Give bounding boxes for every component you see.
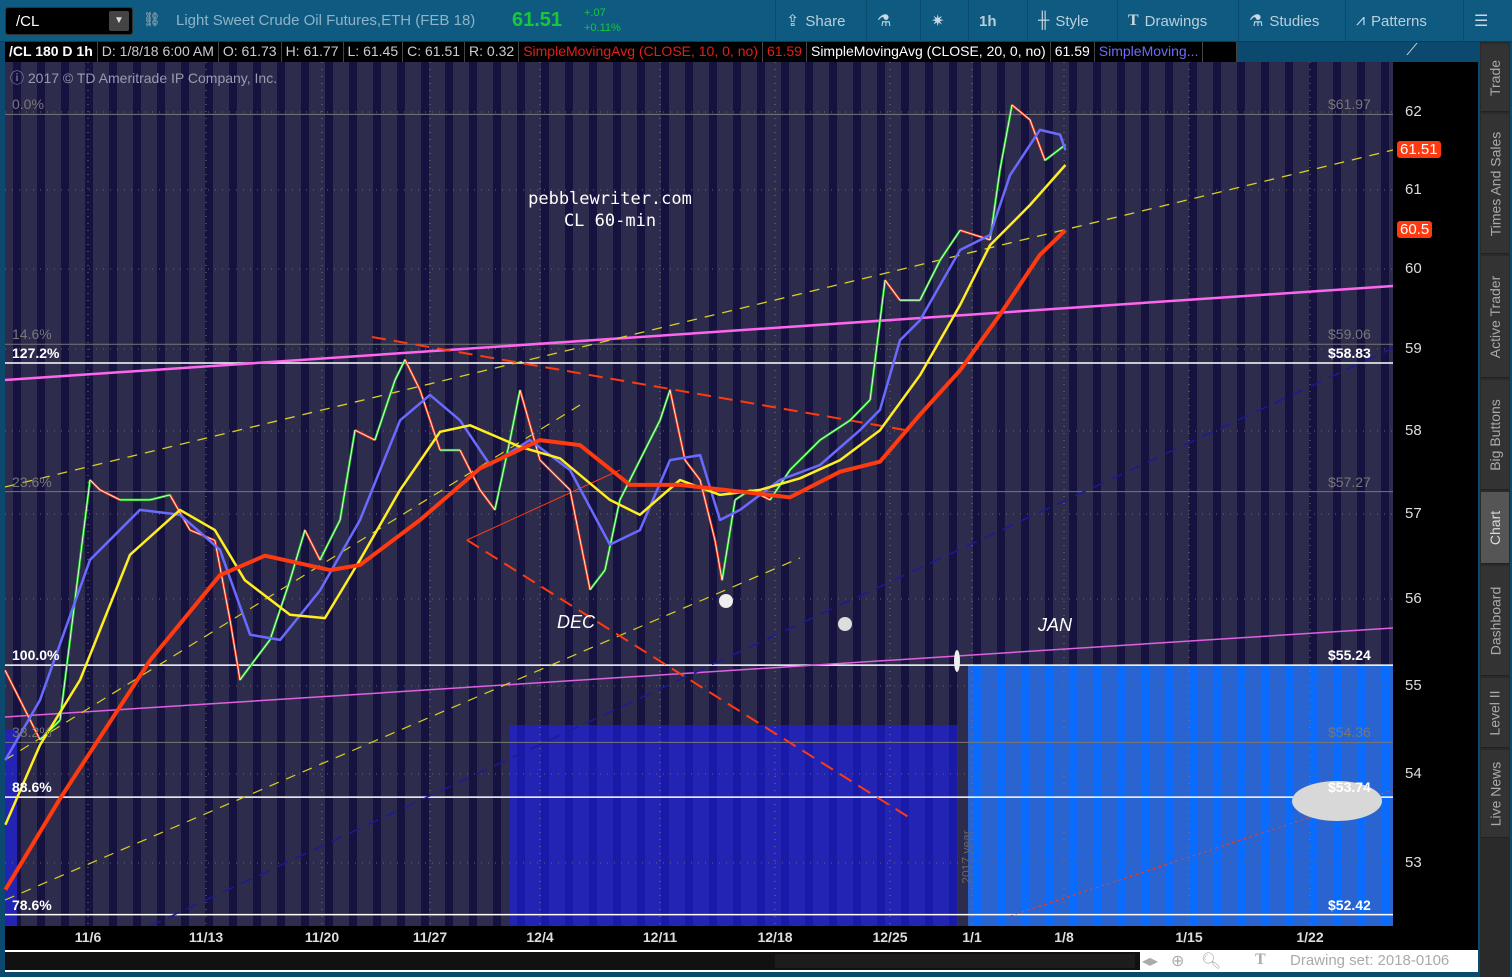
side-tab-label: Level II	[1487, 689, 1504, 736]
fib-price-label: $53.74	[1328, 779, 1371, 796]
fib-price-label: $54.36	[1328, 724, 1371, 741]
study-sma-more[interactable]: SimpleMoving...	[1095, 42, 1204, 62]
side-tab-label: Active Trader	[1487, 275, 1504, 358]
marker-ellipse	[954, 650, 960, 672]
label-dec: DEC	[557, 612, 596, 632]
fib-price-label: $57.27	[1328, 473, 1371, 490]
fib-percent-label: 38.2%	[12, 724, 52, 741]
price-badge: 60.5	[1397, 220, 1433, 238]
bar-range: R: 0.32	[465, 42, 520, 62]
price-chart[interactable]	[0, 0, 1512, 977]
watermark-subtitle: CL 60-min	[563, 211, 657, 231]
bar-low: L: 61.45	[344, 42, 404, 62]
copyright: ⓘ 2017 © TD Ameritrade IP Company, Inc.	[10, 70, 278, 86]
label-year: 2017 year	[959, 830, 974, 884]
study-sma20-value: 61.59	[1051, 42, 1095, 62]
side-tab-trade[interactable]: Trade	[1481, 44, 1509, 112]
y-tick-label: 53	[1405, 854, 1422, 871]
price-badge: 61.51	[1397, 141, 1441, 159]
x-tick-label: 12/11	[642, 929, 678, 945]
side-tab-big-buttons[interactable]: Big Buttons	[1481, 380, 1509, 490]
copyright-text: 2017 © TD Ameritrade IP Company, Inc.	[27, 70, 278, 86]
side-tab-label: Dashboard	[1487, 586, 1503, 655]
y-tick-label: 60	[1405, 260, 1422, 277]
study-sma10-value: 61.59	[763, 42, 807, 62]
drawing-set[interactable]: Drawing set: 2018-0106	[1290, 952, 1449, 969]
x-tick-label: 12/25	[872, 929, 908, 945]
x-tick-label: 1/8	[1054, 929, 1074, 945]
horizontal-scrollbar[interactable]	[5, 952, 1140, 970]
price-axis[interactable]: 62 61 60 59 58 57 56 55 54 53 61.51 60.5	[1393, 62, 1478, 926]
y-tick-label: 61	[1405, 181, 1422, 198]
y-tick-label: 58	[1405, 422, 1422, 439]
watermark: pebblewriter.com CL 60-min	[500, 188, 720, 232]
side-tab-label: Big Buttons	[1487, 398, 1504, 471]
watermark-site: pebblewriter.com	[528, 189, 692, 209]
marker-circle	[719, 594, 733, 608]
x-tick-label: 1/1	[962, 929, 982, 945]
y-tick-label: 57	[1405, 505, 1422, 522]
fib-price-label: $55.24	[1328, 647, 1371, 664]
study-sma10[interactable]: SimpleMovingAvg (CLOSE, 10, 0, no)	[519, 42, 763, 62]
fib-percent-label: 23.6%	[12, 473, 52, 490]
bottom-bar: ◂▸ ⊕ 🔍︎ T Drawing set: 2018-0106	[5, 950, 1478, 972]
x-tick-label: 12/18	[757, 929, 793, 945]
text-t-icon[interactable]: T	[1255, 951, 1266, 969]
side-tab-active-trader[interactable]: Active Trader	[1481, 256, 1509, 378]
y-tick-label: 54	[1405, 765, 1422, 782]
zoom-icon[interactable]: 🔍︎	[1201, 951, 1221, 971]
y-tick-label: 55	[1405, 677, 1422, 694]
side-tab-level-ii[interactable]: Level II	[1481, 678, 1509, 748]
y-tick-label: 59	[1405, 340, 1422, 357]
y-tick-label: 56	[1405, 590, 1422, 607]
side-tab-label: Live News	[1487, 761, 1503, 826]
fib-price-label: $52.42	[1328, 896, 1371, 913]
side-tab-dashboard[interactable]: Dashboard	[1481, 566, 1509, 676]
bar-close: C: 61.51	[403, 42, 466, 62]
chart-info-bar: /CL 180 D 1h D: 1/8/18 6:00 AM O: 61.73 …	[5, 42, 1238, 62]
x-tick-label: 1/15	[1175, 929, 1203, 945]
side-tab-live-news[interactable]: Live News	[1481, 750, 1509, 838]
fib-price-label: $58.83	[1328, 344, 1371, 361]
fib-percent-label: 0.0%	[12, 96, 44, 113]
side-tab-label: Trade	[1487, 59, 1503, 96]
side-tabs: Trade Times And Sales Active Trader Big But…	[1480, 42, 1510, 977]
dec-highlight-zone	[510, 725, 958, 926]
bar-open: O: 61.73	[219, 42, 282, 62]
study-sma20[interactable]: SimpleMovingAvg (CLOSE, 20, 0, no)	[807, 42, 1051, 62]
side-tab-times-and-sales[interactable]: Times And Sales	[1481, 114, 1509, 254]
fib-percent-label: 14.6%	[12, 326, 52, 343]
fib-price-label: $59.06	[1328, 326, 1371, 343]
x-tick-label: 11/27	[412, 929, 448, 945]
scrollbar-thumb[interactable]	[775, 954, 1135, 968]
label-jan: JAN	[1038, 615, 1073, 635]
chart-title: /CL 180 D 1h	[5, 42, 98, 62]
marker-circle	[838, 617, 852, 631]
fib-price-label: $61.97	[1328, 96, 1371, 113]
time-axis[interactable]: 11/6 11/13 11/20 11/27 12/4 12/11 12/18 12/25 1/…	[5, 926, 1478, 950]
bar-high: H: 61.77	[282, 42, 344, 62]
side-tab-chart[interactable]: Chart	[1481, 492, 1509, 564]
fib-percent-label: 88.6%	[12, 779, 52, 796]
x-tick-label: 11/20	[304, 929, 340, 945]
x-tick-label: 11/13	[188, 929, 224, 945]
fib-percent-label: 100.0%	[12, 647, 60, 664]
side-tab-label: Times And Sales	[1487, 131, 1503, 236]
x-tick-label: 11/6	[74, 929, 102, 945]
side-tab-label: Chart	[1487, 510, 1504, 545]
x-tick-label: 12/4	[526, 929, 554, 945]
fib-percent-label: 127.2%	[12, 344, 60, 361]
y-tick-label: 62	[1405, 103, 1422, 120]
x-tick-label: 1/22	[1296, 929, 1324, 945]
crosshair-icon[interactable]: ⊕	[1171, 951, 1184, 971]
pan-icon[interactable]: ◂▸	[1142, 951, 1158, 971]
bar-date: D: 1/8/18 6:00 AM	[98, 42, 219, 62]
fib-percent-label: 78.6%	[12, 896, 52, 913]
scale-toggle-icon[interactable]: ⟋	[1397, 42, 1427, 64]
